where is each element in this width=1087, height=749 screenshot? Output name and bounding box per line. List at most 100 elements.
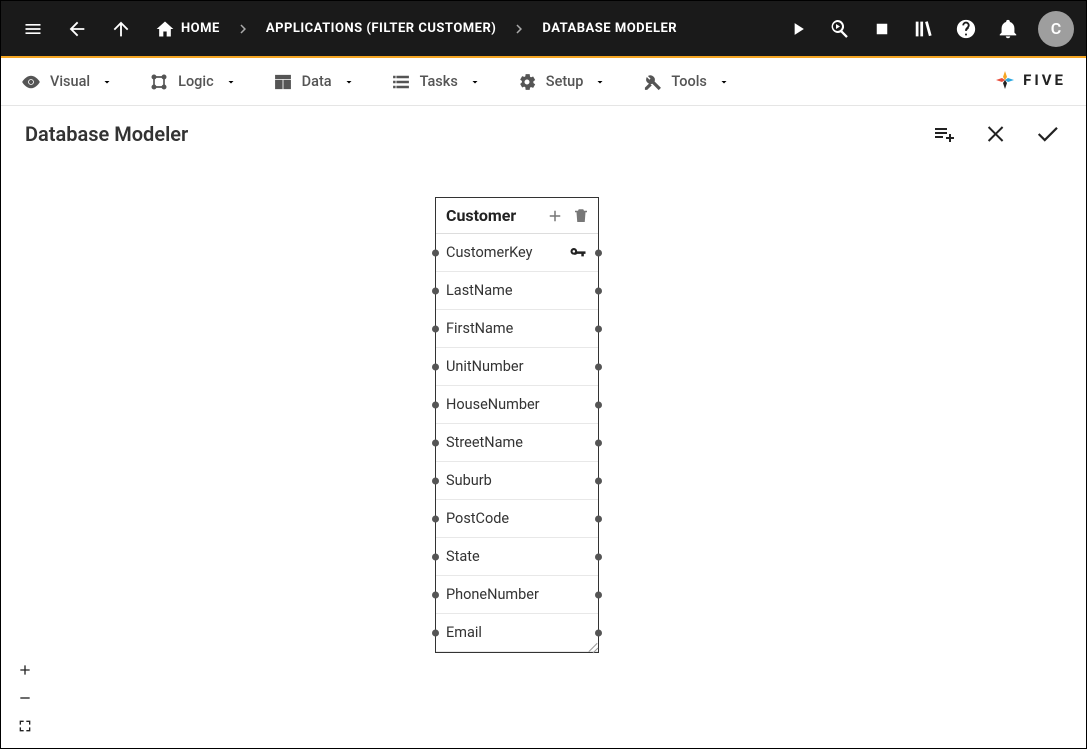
arrow-up-icon <box>110 18 132 40</box>
field-row[interactable]: UnitNumber <box>436 348 598 386</box>
title-bar: Database Modeler <box>1 106 1086 162</box>
port-left[interactable] <box>432 477 439 484</box>
breadcrumb-label: HOME <box>181 21 220 36</box>
breadcrumb-home[interactable]: HOME <box>145 9 230 49</box>
field-name: State <box>446 548 480 565</box>
plus-icon <box>17 662 33 678</box>
menu-data[interactable]: Data <box>271 66 357 98</box>
top-bar: HOME APPLICATIONS (FILTER CUSTOMER) DATA… <box>1 1 1086 56</box>
minus-icon <box>17 690 33 706</box>
modeler-canvas[interactable]: Customer CustomerKey LastName FirstName <box>1 162 1086 748</box>
table-customer[interactable]: Customer CustomerKey LastName FirstName <box>435 197 599 653</box>
menu-label: Visual <box>50 73 90 90</box>
add-field-button[interactable] <box>546 207 564 225</box>
confirm-button[interactable] <box>1034 120 1062 148</box>
notifications-button[interactable] <box>988 9 1028 49</box>
menu-setup[interactable]: Setup <box>515 66 609 98</box>
avatar[interactable]: C <box>1038 11 1074 47</box>
breadcrumb-label: DATABASE MODELER <box>542 21 677 36</box>
caret-down-icon <box>594 76 606 88</box>
port-left[interactable] <box>432 363 439 370</box>
delete-table-button[interactable] <box>572 207 590 225</box>
port-left[interactable] <box>432 553 439 560</box>
field-name: Suburb <box>446 472 492 489</box>
page-title: Database Modeler <box>25 122 188 146</box>
port-right[interactable] <box>595 515 602 522</box>
port-right[interactable] <box>595 287 602 294</box>
port-right[interactable] <box>595 401 602 408</box>
back-button[interactable] <box>57 9 97 49</box>
field-row[interactable]: StreetName <box>436 424 598 462</box>
close-icon <box>984 122 1008 146</box>
port-left[interactable] <box>432 401 439 408</box>
port-left[interactable] <box>432 591 439 598</box>
port-right[interactable] <box>595 363 602 370</box>
caret-down-icon <box>343 76 355 88</box>
menu-logic[interactable]: Logic <box>147 66 239 98</box>
port-left[interactable] <box>432 287 439 294</box>
field-row[interactable]: Suburb <box>436 462 598 500</box>
port-right[interactable] <box>595 325 602 332</box>
field-name: UnitNumber <box>446 358 523 375</box>
topbar-right: C <box>778 9 1074 49</box>
zoom-controls <box>9 656 41 740</box>
logic-icon <box>149 72 169 92</box>
fit-screen-button[interactable] <box>9 712 41 740</box>
resize-handle[interactable] <box>584 638 598 652</box>
field-name: CustomerKey <box>446 244 532 261</box>
menu-label: Setup <box>546 73 584 90</box>
avatar-initial: C <box>1051 19 1061 38</box>
library-button[interactable] <box>904 9 944 49</box>
arrow-left-icon <box>66 18 88 40</box>
zoom-in-button[interactable] <box>9 656 41 684</box>
menu-label: Logic <box>178 73 214 90</box>
caret-down-icon <box>718 76 730 88</box>
port-left[interactable] <box>432 439 439 446</box>
port-left[interactable] <box>432 249 439 256</box>
inspect-button[interactable] <box>820 9 860 49</box>
port-left[interactable] <box>432 515 439 522</box>
menu-button[interactable] <box>13 9 53 49</box>
add-button[interactable] <box>930 120 958 148</box>
port-right[interactable] <box>595 477 602 484</box>
field-row[interactable]: PostCode <box>436 500 598 538</box>
cancel-button[interactable] <box>982 120 1010 148</box>
play-icon <box>788 19 808 39</box>
caret-down-icon <box>101 76 113 88</box>
run-button[interactable] <box>778 9 818 49</box>
magnify-play-icon <box>828 17 852 41</box>
field-row[interactable]: Email <box>436 614 598 652</box>
table-icon <box>273 72 293 92</box>
logo-text: FIVE <box>1023 71 1066 89</box>
field-row[interactable]: CustomerKey <box>436 234 598 272</box>
menu-tools[interactable]: Tools <box>640 66 731 98</box>
help-button[interactable] <box>946 9 986 49</box>
trash-icon <box>572 207 590 225</box>
field-row[interactable]: LastName <box>436 272 598 310</box>
caret-down-icon <box>469 76 481 88</box>
menu-bar: Visual Logic Data Tasks Setup Tools FIVE <box>1 58 1086 106</box>
port-right[interactable] <box>595 629 602 636</box>
port-right[interactable] <box>595 591 602 598</box>
field-row[interactable]: State <box>436 538 598 576</box>
port-right[interactable] <box>595 553 602 560</box>
stop-button[interactable] <box>862 9 902 49</box>
field-row[interactable]: FirstName <box>436 310 598 348</box>
port-right[interactable] <box>595 439 602 446</box>
brand-logo: FIVE <box>993 68 1066 92</box>
port-left[interactable] <box>432 629 439 636</box>
up-button[interactable] <box>101 9 141 49</box>
chevron-right-icon <box>510 20 528 38</box>
breadcrumb-applications[interactable]: APPLICATIONS (FILTER CUSTOMER) <box>256 9 507 49</box>
field-row[interactable]: PhoneNumber <box>436 576 598 614</box>
breadcrumb-database-modeler[interactable]: DATABASE MODELER <box>532 9 687 49</box>
port-right[interactable] <box>595 249 602 256</box>
menu-tasks[interactable]: Tasks <box>389 66 483 98</box>
tasks-icon <box>391 72 411 92</box>
menu-visual[interactable]: Visual <box>19 66 115 98</box>
caret-down-icon <box>225 76 237 88</box>
field-row[interactable]: HouseNumber <box>436 386 598 424</box>
zoom-out-button[interactable] <box>9 684 41 712</box>
topbar-left: HOME APPLICATIONS (FILTER CUSTOMER) DATA… <box>13 9 687 49</box>
port-left[interactable] <box>432 325 439 332</box>
